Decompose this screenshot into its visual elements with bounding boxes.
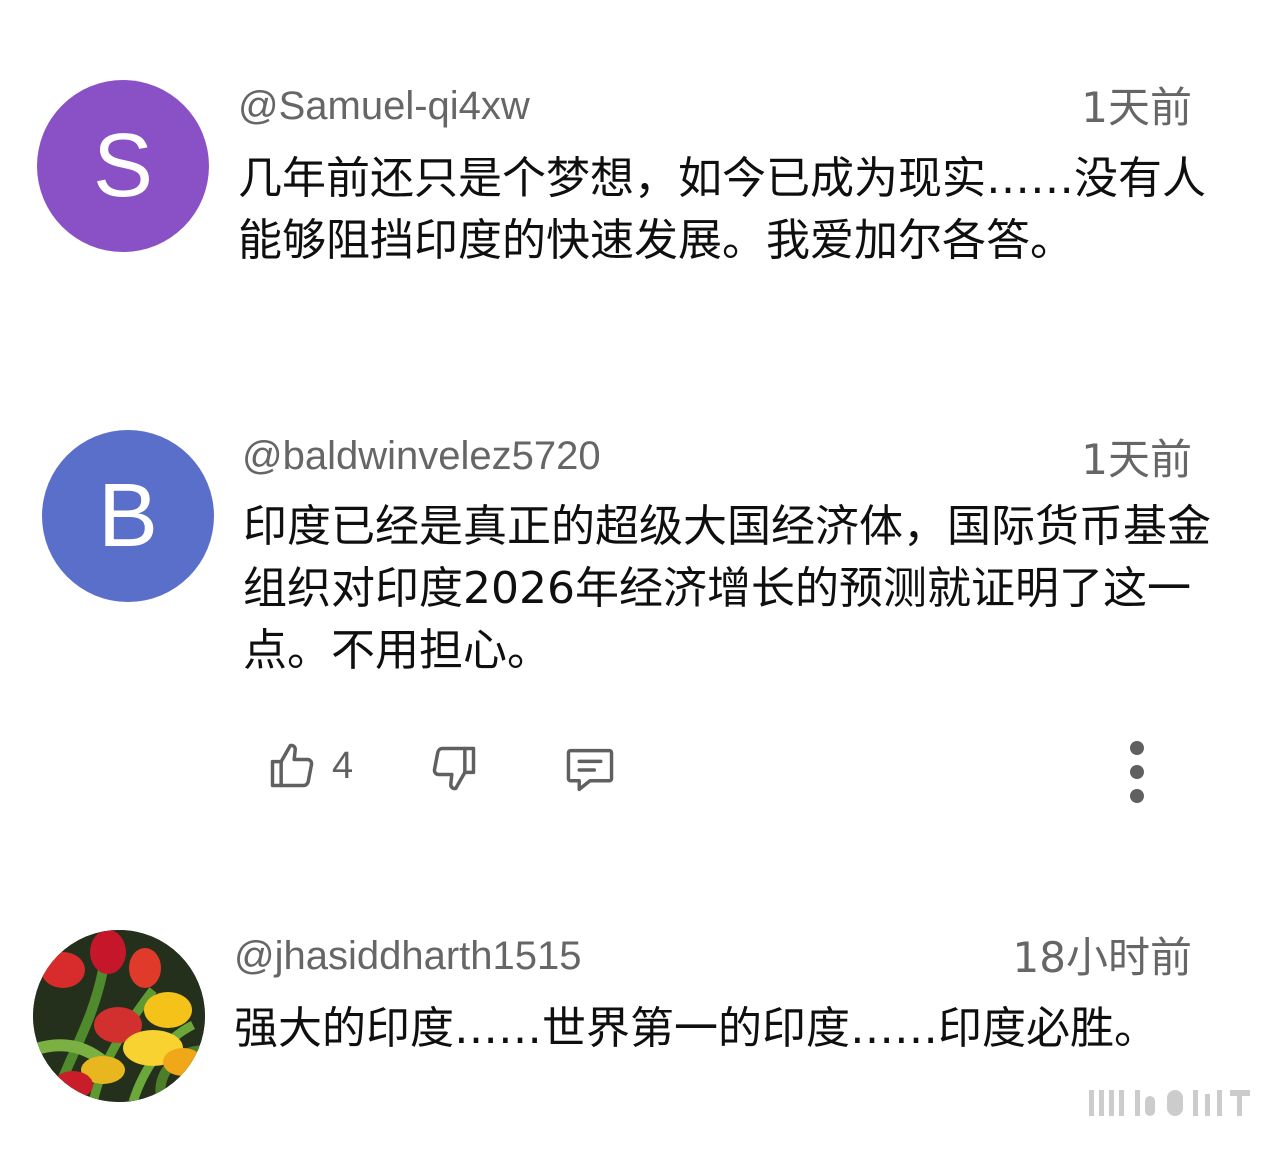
thumbs-up-icon xyxy=(270,743,314,788)
dislike-button[interactable] xyxy=(428,742,480,794)
comment-author[interactable]: @Samuel-qi4xw xyxy=(238,82,530,130)
comment-author[interactable]: @jhasiddharth1515 xyxy=(234,932,582,980)
comment-author[interactable]: @baldwinvelez5720 xyxy=(242,432,601,480)
more-vertical-icon xyxy=(1130,741,1144,803)
comment-timestamp[interactable]: 1天前 xyxy=(1081,84,1192,132)
like-count: 4 xyxy=(332,744,354,787)
comment-action-bar: 4 xyxy=(240,726,1180,816)
comment-icon xyxy=(566,748,614,792)
avatar[interactable]: B xyxy=(42,430,214,602)
avatar[interactable]: S xyxy=(37,80,209,252)
like-button[interactable]: 4 xyxy=(266,740,353,792)
reply-button[interactable] xyxy=(562,744,618,796)
more-options-button[interactable] xyxy=(1122,740,1152,804)
comment-timestamp[interactable]: 18小时前 xyxy=(1013,934,1192,982)
thumbs-down-icon xyxy=(432,746,476,791)
comment-timestamp[interactable]: 1天前 xyxy=(1081,436,1192,484)
watermark-logo xyxy=(1089,1090,1250,1116)
tulips-avatar-image xyxy=(33,930,205,1102)
avatar[interactable] xyxy=(33,930,205,1102)
comment-text: 几年前还只是个梦想，如今已成为现实……没有人能够阻挡印度的快速发展。我爱加尔各答… xyxy=(238,153,1206,266)
comment-text: 强大的印度……世界第一的印度……印度必胜。 xyxy=(234,1003,1158,1054)
comment-text: 印度已经是真正的超级大国经济体，国际货币基金组织对印度2026年经济增长的预测就… xyxy=(243,501,1211,676)
